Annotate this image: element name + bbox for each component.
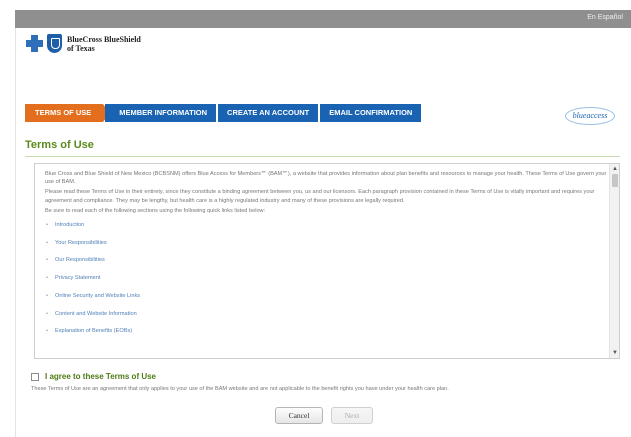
step-create-account: CREATE AN ACCOUNT xyxy=(218,104,319,122)
link-explanation-of-benefits[interactable]: Explanation of Benefits (EOBs) xyxy=(45,327,607,335)
bcbs-logo[interactable]: BlueCross BlueShield of Texas xyxy=(25,34,141,53)
step-email-confirmation: EMAIL CONFIRMATION xyxy=(320,104,422,122)
link-online-security[interactable]: Online Security and Website Links xyxy=(45,292,607,300)
scroll-down-icon[interactable]: ▼ xyxy=(611,349,619,357)
scroll-up-icon[interactable]: ▲ xyxy=(611,165,619,173)
logo-line-2: of Texas xyxy=(67,43,95,53)
page-title: Terms of Use xyxy=(25,139,94,151)
terms-scroll-box[interactable]: Blue Cross and Blue Shield of New Mexico… xyxy=(34,163,620,359)
agree-row[interactable]: I agree to these Terms of Use xyxy=(31,372,156,381)
step-member-information: MEMBER INFORMATION xyxy=(105,104,217,122)
logo-text: BlueCross BlueShield of Texas xyxy=(67,35,141,53)
terms-paragraph: Blue Cross and Blue Shield of New Mexico… xyxy=(45,171,607,186)
logo-line-1: BlueCross BlueShield xyxy=(67,34,141,44)
terms-paragraph: Be sure to read each of the following se… xyxy=(45,207,266,214)
step-terms-of-use: TERMS OF USE xyxy=(25,104,111,122)
agree-label[interactable]: I agree to these Terms of Use xyxy=(45,372,156,381)
terms-disclaimer: These Terms of Use are an agreement that… xyxy=(31,386,449,392)
link-privacy-statement[interactable]: Privacy Statement xyxy=(45,274,607,282)
blue-shield-icon xyxy=(47,34,62,53)
cancel-button[interactable]: Cancel xyxy=(275,407,323,424)
language-link[interactable]: En Español xyxy=(587,14,623,21)
vertical-scrollbar[interactable]: ▲ ▼ xyxy=(609,164,619,358)
link-your-responsibilities[interactable]: Your Responsibilities xyxy=(45,239,607,247)
agree-checkbox[interactable] xyxy=(31,372,39,381)
next-button[interactable]: Next xyxy=(331,407,373,424)
quick-links: Introduction Your Responsibilities Our R… xyxy=(45,221,607,336)
terms-paragraph: Please read these Terms of Use in their … xyxy=(45,189,595,204)
title-divider xyxy=(25,156,620,157)
blue-access-logo: blueaccess xyxy=(565,107,615,125)
blue-cross-icon xyxy=(25,34,44,53)
link-introduction[interactable]: Introduction xyxy=(45,221,607,229)
link-our-responsibilities[interactable]: Our Responsibilities xyxy=(45,256,607,264)
link-content-website-info[interactable]: Content and Website Information xyxy=(45,310,607,318)
terms-text: Blue Cross and Blue Shield of New Mexico… xyxy=(45,170,607,345)
progress-steps: TERMS OF USE MEMBER INFORMATION CREATE A… xyxy=(25,104,423,122)
top-bar: En Español xyxy=(15,10,631,28)
scroll-thumb[interactable] xyxy=(612,174,618,187)
